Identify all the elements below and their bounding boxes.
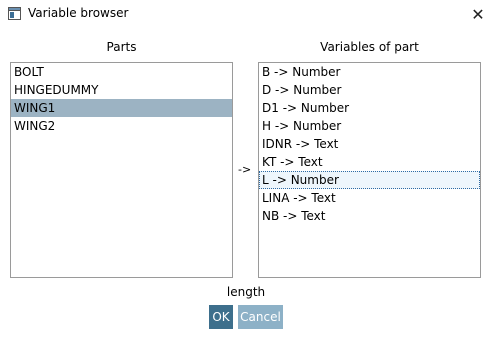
variable-description: length bbox=[226, 285, 266, 299]
variables-list[interactable]: B -> Number D -> Number D1 -> Number H -… bbox=[258, 62, 481, 278]
title-bar: Variable browser ✕ bbox=[0, 0, 492, 28]
variable-item-focused[interactable]: L -> Number bbox=[259, 171, 480, 189]
variable-item[interactable]: IDNR -> Text bbox=[259, 135, 480, 153]
window-app-icon bbox=[8, 7, 21, 20]
variable-item[interactable]: NB -> Text bbox=[259, 207, 480, 225]
variables-header: Variables of part bbox=[320, 40, 419, 54]
part-item[interactable]: WING2 bbox=[11, 117, 232, 135]
part-item[interactable]: HINGEDUMMY bbox=[11, 81, 232, 99]
window-title: Variable browser bbox=[28, 6, 129, 20]
variable-item[interactable]: B -> Number bbox=[259, 63, 480, 81]
parts-header: Parts bbox=[106, 40, 137, 54]
parts-list[interactable]: BOLT HINGEDUMMY WING1 WING2 bbox=[10, 62, 233, 278]
variable-item[interactable]: D -> Number bbox=[259, 81, 480, 99]
variable-item[interactable]: D1 -> Number bbox=[259, 99, 480, 117]
variable-item[interactable]: KT -> Text bbox=[259, 153, 480, 171]
variable-item[interactable]: H -> Number bbox=[259, 117, 480, 135]
variable-item[interactable]: LINA -> Text bbox=[259, 189, 480, 207]
part-item-selected[interactable]: WING1 bbox=[11, 99, 232, 117]
ok-button[interactable]: OK bbox=[209, 305, 233, 329]
part-item[interactable]: BOLT bbox=[11, 63, 232, 81]
arrow-label: -> bbox=[238, 163, 252, 176]
close-icon[interactable]: ✕ bbox=[466, 2, 490, 26]
cancel-button[interactable]: Cancel bbox=[238, 305, 283, 329]
